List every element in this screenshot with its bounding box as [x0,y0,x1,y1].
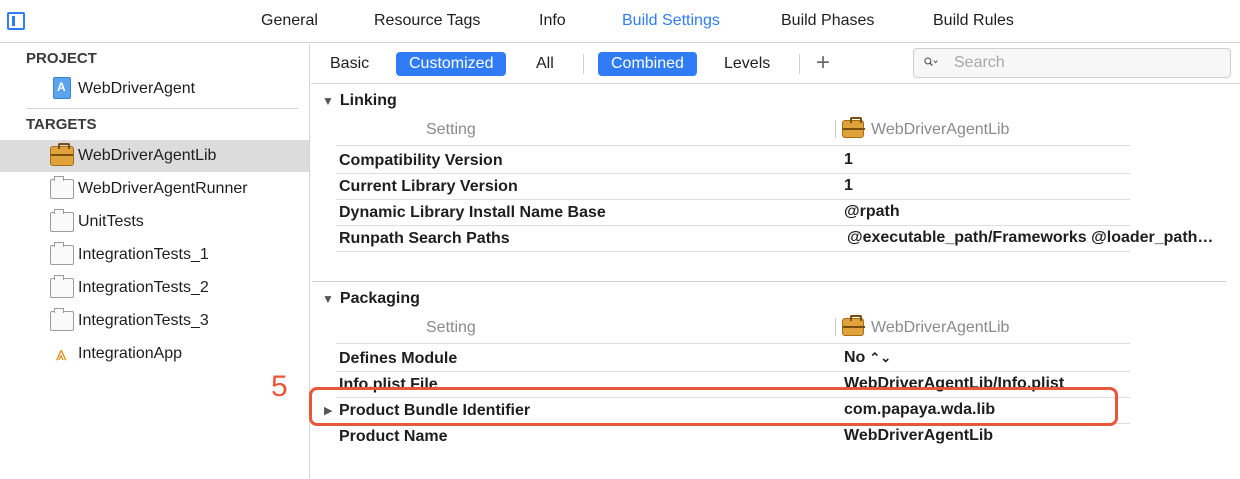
sidebar-item-label: IntegrationApp [78,345,183,362]
sidebar-item-integrationapp[interactable]: ⩓ IntegrationApp [0,338,309,370]
tab-build-settings[interactable]: Build Settings [622,12,720,30]
section-title: Packaging [339,290,420,307]
setting-value: 1 [844,151,853,168]
tab-build-phases[interactable]: Build Phases [781,12,874,30]
project-target-sidebar: PROJECT WebDriverAgent TARGETS WebDriver… [0,44,310,479]
setting-name: Dynamic Library Install Name Base [339,204,606,221]
setting-column-header: Setting [426,319,476,336]
filter-customized-button[interactable]: Customized [396,52,507,76]
target-column-header: WebDriverAgentLib [842,117,1010,139]
sidebar-divider [26,108,298,109]
tab-general[interactable]: General [261,12,318,30]
setting-row[interactable]: Dynamic Library Install Name Base @rpath [312,200,1232,226]
sidebar-item-webdriveragentlib[interactable]: WebDriverAgentLib [0,140,309,172]
filter-divider [799,54,800,74]
target-icon [50,275,74,298]
sidebar-item-label: IntegrationTests_2 [78,279,209,296]
section-linking-header[interactable]: ▼ Linking [322,92,397,110]
search-field[interactable] [913,48,1231,78]
setting-name: Product Name [339,428,448,445]
target-icon [50,176,74,199]
column-divider [835,318,836,336]
add-setting-button[interactable]: + [816,49,830,77]
setting-row[interactable]: Current Library Version 1 [312,174,1232,200]
setting-value: WebDriverAgentLib [844,427,994,444]
target-icon [50,242,74,265]
header-separator [336,343,1130,344]
sidebar-item-label: WebDriverAgentRunner [78,180,248,197]
setting-row[interactable]: Product Name WebDriverAgentLib [312,424,1232,450]
disclosure-triangle-icon: ▼ [322,94,334,108]
search-input[interactable] [954,52,1224,74]
project-file-icon [53,77,71,99]
filter-all-button[interactable]: All [523,52,567,76]
setting-row[interactable]: Defines Module No ⌃⌄ [312,346,1232,372]
row-separator [336,251,1130,252]
setting-value: 1 [844,177,853,194]
setting-name: Runpath Search Paths [339,230,510,247]
sidebar-item-label: WebDriverAgentLib [78,147,217,164]
filter-levels-button[interactable]: Levels [711,52,783,76]
disclosure-triangle-icon: ▼ [322,292,334,306]
search-icon [924,57,938,66]
section-packaging-header[interactable]: ▼ Packaging [322,290,420,308]
sidebar-item-integrationtests-3[interactable]: IntegrationTests_3 [0,305,309,337]
popup-value: No [844,349,866,366]
target-icon [50,308,74,331]
sidebar-item-webdriveragentrunner[interactable]: WebDriverAgentRunner [0,173,309,205]
build-settings-filter-bar: Basic Customized All Combined Levels + [311,44,1240,84]
target-column-label: WebDriverAgentLib [871,121,1010,138]
app-icon: ⩓ [55,343,67,365]
sidebar-item-unittests[interactable]: UnitTests [0,206,309,238]
filter-combined-button[interactable]: Combined [598,52,697,76]
sidebar-item-label: IntegrationTests_3 [78,312,209,329]
setting-name: Defines Module [339,350,458,367]
setting-column-header: Setting [426,121,476,138]
briefcase-icon [50,143,74,166]
sidebar-item-label: UnitTests [78,213,144,230]
filter-basic-button[interactable]: Basic [317,52,382,76]
sidebar-item-integrationtests-1[interactable]: IntegrationTests_1 [0,239,309,271]
setting-name: Current Library Version [339,178,518,195]
sidebar-item-project[interactable]: WebDriverAgent [0,73,309,105]
header-separator [336,145,1130,146]
target-column-label: WebDriverAgentLib [871,319,1010,336]
target-icon [50,209,74,232]
setting-row[interactable]: Compatibility Version 1 [312,148,1232,174]
setting-value: @rpath [844,203,900,220]
sidebar-item-integrationtests-2[interactable]: IntegrationTests_2 [0,272,309,304]
tab-resource-tags[interactable]: Resource Tags [374,12,480,30]
popup-stepper-icon: ⌃⌄ [869,350,892,365]
editor-tab-bar: General Resource Tags Info Build Setting… [0,0,1240,43]
tab-build-rules[interactable]: Build Rules [933,12,1014,30]
annotation-step-number: 5 [271,370,288,403]
target-column-header: WebDriverAgentLib [842,315,1010,337]
sidebar-item-label: WebDriverAgent [78,80,196,97]
section-title: Linking [339,92,397,109]
setting-value-popup[interactable]: No ⌃⌄ [844,349,891,367]
tab-info[interactable]: Info [539,12,566,30]
setting-name: Compatibility Version [339,152,503,169]
briefcase-icon [842,117,865,138]
sidebar-toggle-icon[interactable] [7,12,25,30]
setting-value: @executable_path/Frameworks @loader_path… [847,229,1214,246]
setting-row[interactable]: Runpath Search Paths @executable_path/Fr… [312,226,1232,252]
column-divider [835,120,836,138]
briefcase-icon [842,315,865,336]
project-header: PROJECT [26,50,97,67]
targets-header: TARGETS [26,116,97,133]
sidebar-item-label: IntegrationTests_1 [78,246,209,263]
annotation-highlight-box [309,387,1118,426]
section-separator [312,281,1226,282]
filter-divider [583,54,584,74]
